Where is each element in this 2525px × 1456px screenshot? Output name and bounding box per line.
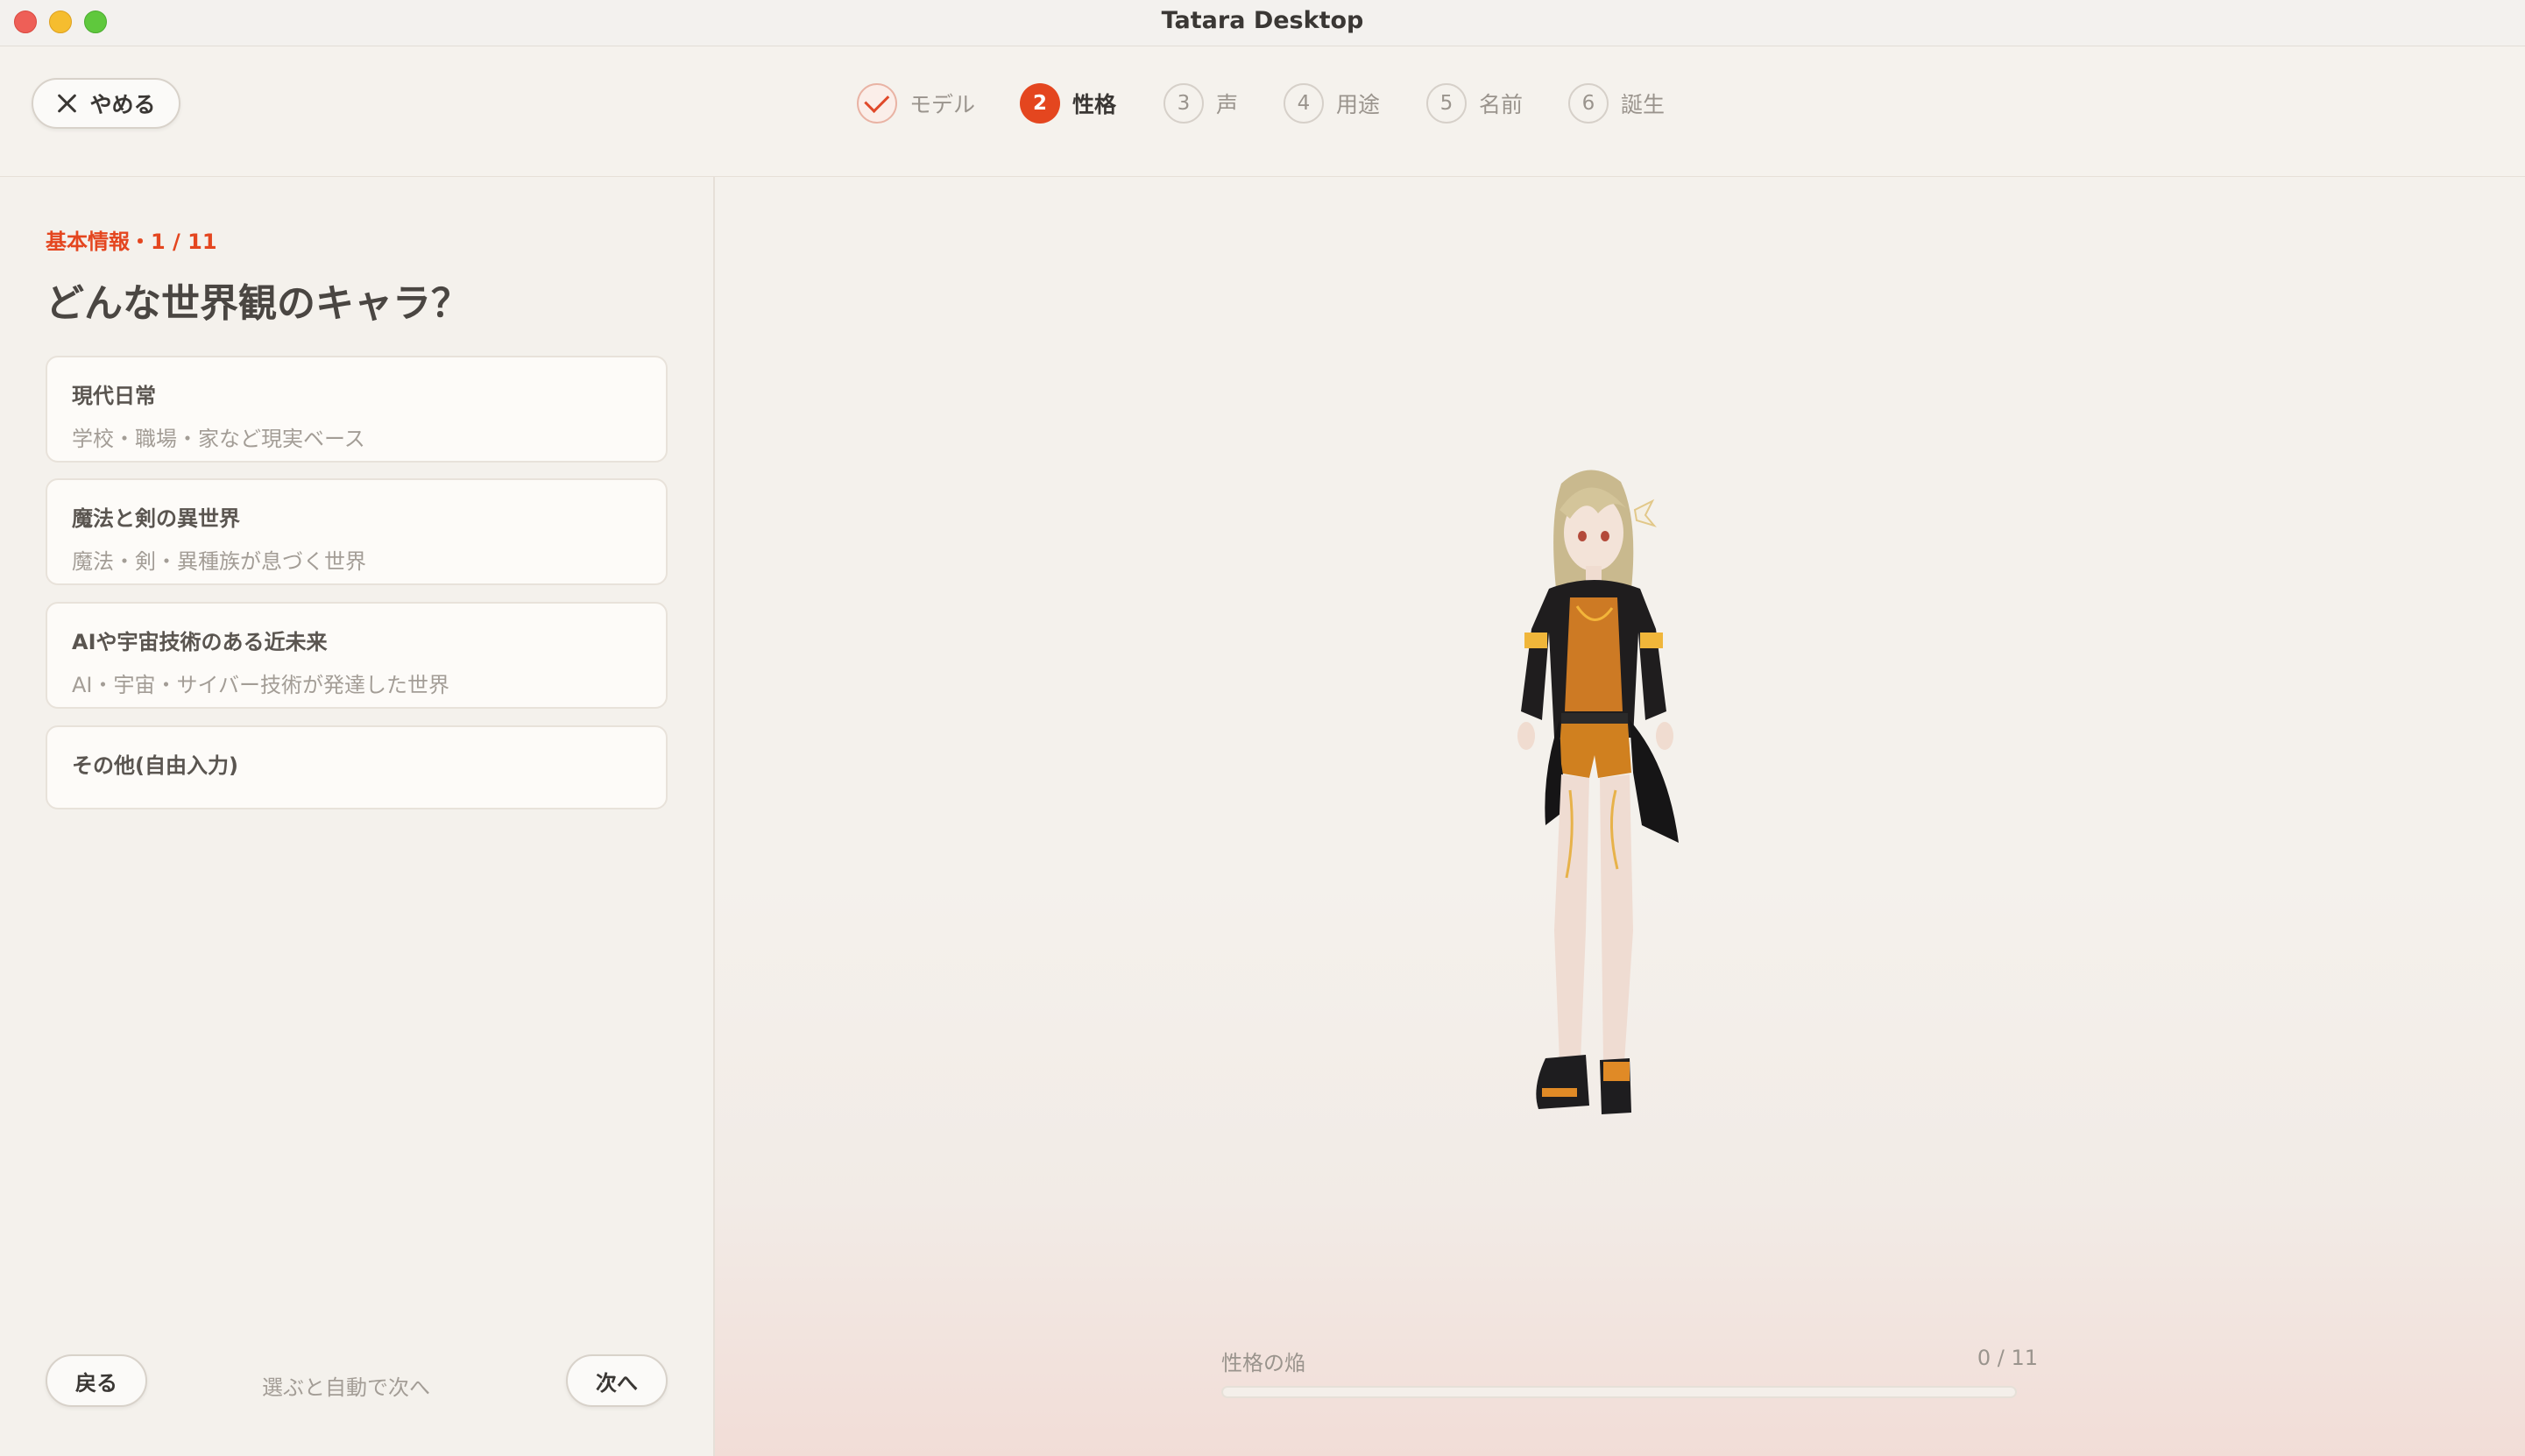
back-button[interactable]: 戻る bbox=[46, 1354, 147, 1407]
step-number: 3 bbox=[1163, 83, 1204, 124]
step-label: 声 bbox=[1216, 92, 1239, 117]
option-subtitle: 魔法・剣・異種族が息づく世界 bbox=[72, 549, 366, 574]
step-label: 誕生 bbox=[1621, 92, 1666, 117]
quit-button[interactable]: やめる bbox=[32, 78, 180, 129]
option-subtitle: AI・宇宙・サイバー技術が発達した世界 bbox=[72, 673, 450, 697]
step-done-circle bbox=[857, 83, 897, 124]
progress-label: 性格の焔 bbox=[1221, 1351, 1305, 1375]
step-number: 4 bbox=[1284, 83, 1324, 124]
step-name[interactable]: 5 名前 bbox=[1426, 81, 1523, 125]
step-voice[interactable]: 3 声 bbox=[1163, 81, 1238, 125]
step-purpose[interactable]: 4 用途 bbox=[1284, 81, 1380, 125]
option-fantasy-world[interactable]: 魔法と剣の異世界 魔法・剣・異種族が息づく世界 bbox=[46, 478, 668, 585]
auto-advance-hint: 選ぶと自動で次へ bbox=[262, 1375, 430, 1400]
option-modern-daily[interactable]: 現代日常 学校・職場・家など現実ベース bbox=[46, 356, 668, 463]
character-preview-panel: 性格の焔 0 / 11 bbox=[715, 177, 2525, 1456]
title-bar: Tatara Desktop bbox=[0, 0, 2525, 46]
window-title: Tatara Desktop bbox=[1161, 7, 1364, 34]
step-label: 性格 bbox=[1072, 92, 1117, 117]
option-title: その他(自由入力) bbox=[72, 753, 238, 778]
next-button[interactable]: 次へ bbox=[566, 1354, 668, 1407]
close-icon bbox=[56, 93, 77, 114]
quit-button-label: やめる bbox=[89, 92, 156, 117]
question-panel: 基本情報・1 / 11 どんな世界観のキャラ？ 現代日常 学校・職場・家など現実… bbox=[0, 177, 715, 1456]
option-other-free-input[interactable]: その他(自由入力) bbox=[46, 725, 668, 809]
option-title: AIや宇宙技術のある近未来 bbox=[72, 630, 328, 654]
progress-count: 0 / 11 bbox=[1977, 1346, 2038, 1370]
step-birth[interactable]: 6 誕生 bbox=[1568, 81, 1665, 125]
step-number: 5 bbox=[1426, 83, 1467, 124]
step-label: 名前 bbox=[1479, 92, 1524, 117]
option-title: 魔法と剣の異世界 bbox=[72, 506, 240, 531]
step-label: モデル bbox=[909, 92, 976, 117]
step-label: 用途 bbox=[1336, 92, 1381, 117]
step-number: 6 bbox=[1568, 83, 1609, 124]
check-icon bbox=[863, 87, 889, 113]
step-number: 2 bbox=[1020, 83, 1060, 124]
step-personality[interactable]: 2 性格 bbox=[1020, 81, 1116, 125]
wizard-header: やめる モデル 2 性格 3 声 4 用途 5 名前 6 誕生 bbox=[0, 46, 2525, 178]
option-title: 現代日常 bbox=[72, 384, 156, 408]
character-model-preview[interactable] bbox=[1458, 457, 1738, 1149]
step-model[interactable]: モデル bbox=[857, 81, 975, 125]
option-near-future[interactable]: AIや宇宙技術のある近未来 AI・宇宙・サイバー技術が発達した世界 bbox=[46, 602, 668, 709]
option-subtitle: 学校・職場・家など現実ベース bbox=[72, 427, 365, 451]
personality-progress-bar bbox=[1221, 1386, 2017, 1398]
app-window: Tatara Desktop やめる モデル 2 性格 3 声 4 用途 5 名… bbox=[0, 0, 2525, 1456]
question-progress: 基本情報・1 / 11 bbox=[46, 230, 217, 254]
question-title: どんな世界観のキャラ？ bbox=[46, 281, 470, 326]
